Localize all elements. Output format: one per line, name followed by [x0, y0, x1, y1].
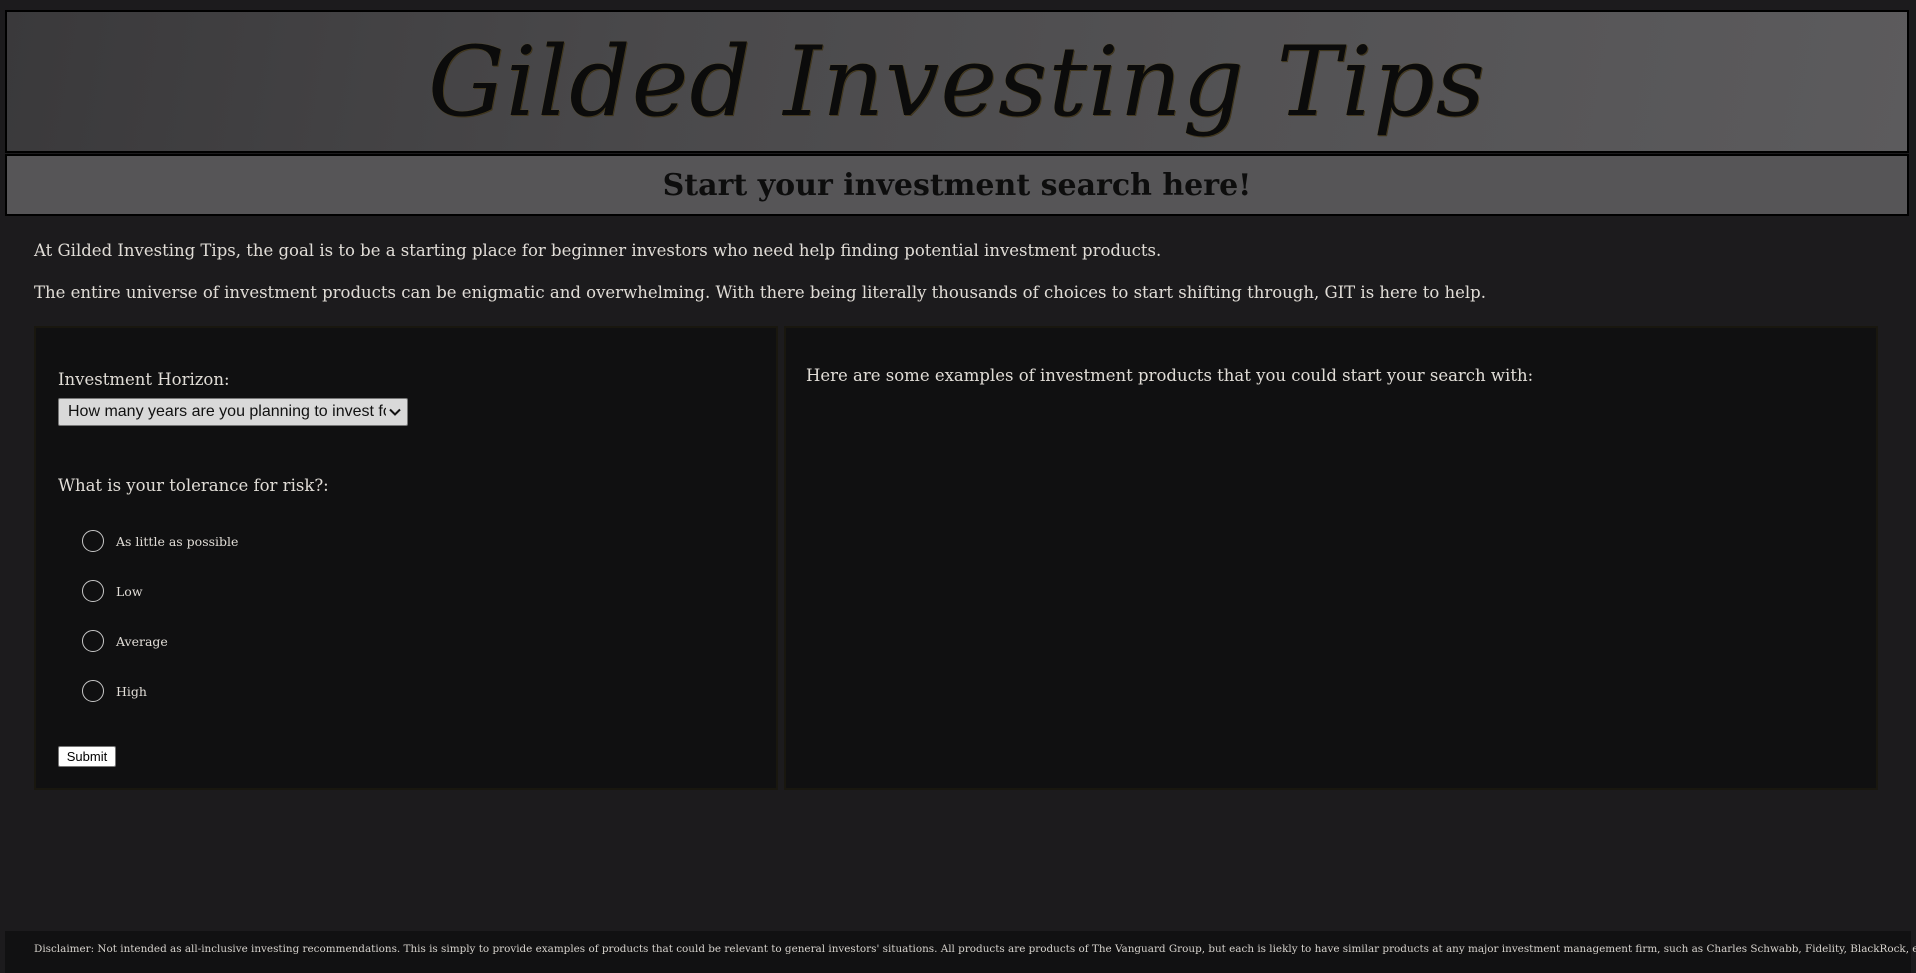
risk-option-label: High [116, 683, 147, 699]
radio-button[interactable] [82, 680, 104, 702]
site-title: Gilded Investing Tips [428, 25, 1486, 138]
risk-tolerance-label: What is your tolerance for risk?: [58, 476, 329, 495]
chevron-down-icon [387, 402, 403, 422]
intro-paragraph-1: At Gilded Investing Tips, the goal is to… [34, 241, 1162, 260]
footer: Disclaimer: Not intended as all-inclusiv… [5, 931, 1916, 973]
results-heading: Here are some examples of investment pro… [806, 366, 1534, 385]
risk-option-label: Average [116, 633, 168, 649]
investment-form-panel: Investment Horizon: How many years are y… [34, 326, 778, 790]
radio-button[interactable] [82, 630, 104, 652]
intro-paragraph-2: The entire universe of investment produc… [34, 283, 1486, 302]
investment-horizon-label: Investment Horizon: [58, 370, 230, 389]
site-banner: Gilded Investing Tips [5, 10, 1909, 153]
risk-option-label: As little as possible [116, 533, 239, 549]
radio-button[interactable] [82, 530, 104, 552]
risk-option-label: Low [116, 583, 143, 599]
investment-results-panel: Here are some examples of investment pro… [784, 326, 1878, 790]
subheader-banner: Start your investment search here! [5, 154, 1909, 216]
investment-horizon-select[interactable]: How many years are you planning to inves… [58, 398, 408, 426]
risk-option-high[interactable]: High [82, 678, 147, 704]
risk-option-as-little-as-possible[interactable]: As little as possible [82, 528, 238, 554]
risk-option-average[interactable]: Average [82, 628, 168, 654]
submit-button[interactable]: Submit [58, 746, 116, 767]
investment-horizon-select-value: How many years are you planning to inves… [68, 403, 386, 420]
disclaimer-text: Disclaimer: Not intended as all-inclusiv… [34, 943, 1916, 955]
risk-option-low[interactable]: Low [82, 578, 143, 604]
page-heading: Start your investment search here! [662, 167, 1252, 203]
radio-button[interactable] [82, 580, 104, 602]
